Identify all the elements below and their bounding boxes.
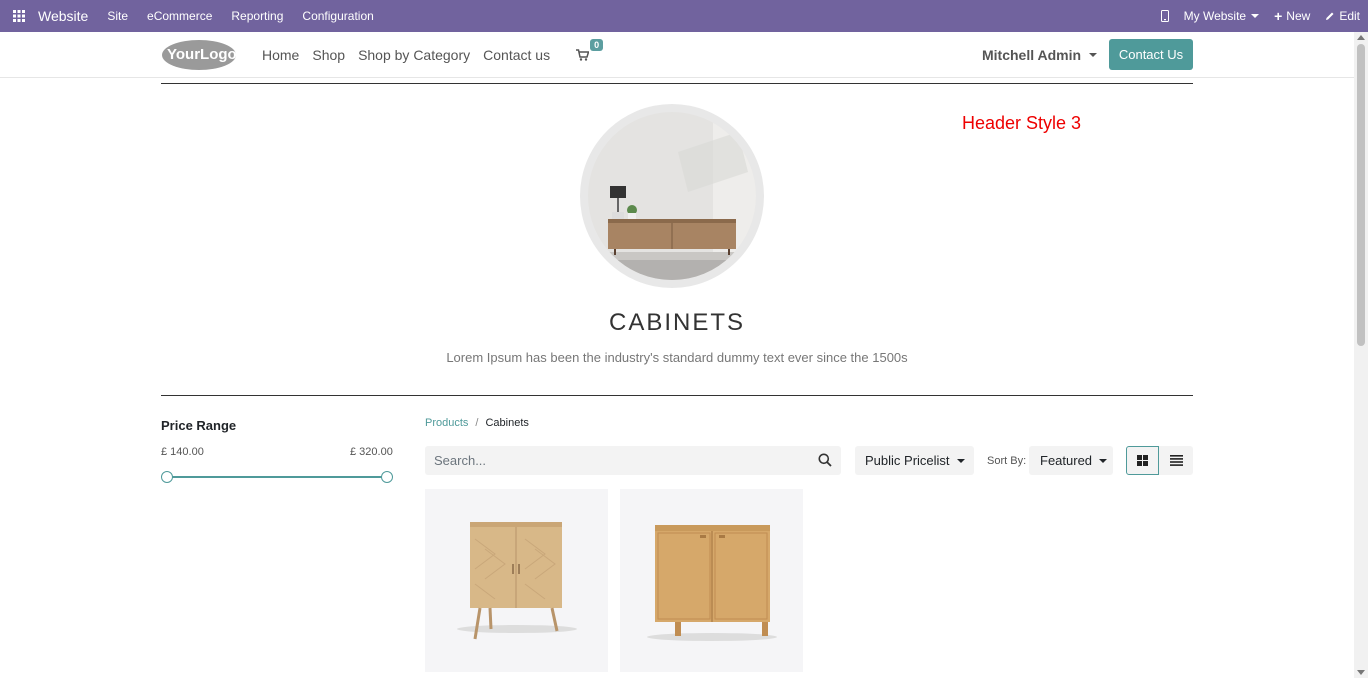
new-button[interactable]: + New [1274, 8, 1310, 24]
nav-contact-us[interactable]: Contact us [483, 47, 550, 63]
price-slider-track[interactable] [167, 476, 387, 478]
contact-us-button[interactable]: Contact Us [1109, 39, 1193, 70]
cart-count-badge: 0 [590, 39, 604, 51]
grid-icon [1137, 455, 1148, 466]
website-switcher-label: My Website [1183, 9, 1247, 23]
category-title: CABINETS [608, 309, 746, 336]
grid-view-button[interactable] [1126, 446, 1159, 475]
user-name: Mitchell Admin [982, 47, 1082, 63]
menu-configuration[interactable]: Configuration [302, 9, 373, 23]
mobile-preview-icon[interactable] [1160, 10, 1169, 22]
nav-home[interactable]: Home [262, 47, 299, 63]
menu-site[interactable]: Site [107, 9, 128, 23]
edit-button[interactable]: Edit [1325, 9, 1360, 23]
divider-bottom [161, 395, 1193, 396]
pricelist-value: Public Pricelist [865, 453, 950, 468]
divider-top [161, 83, 1193, 84]
menu-reporting[interactable]: Reporting [231, 9, 283, 23]
price-range-title: Price Range [161, 418, 237, 433]
breadcrumb: Products / Cabinets [425, 417, 529, 429]
price-range-max: £ 320.00 [350, 446, 393, 458]
nav-shop-by-category[interactable]: Shop by Category [358, 47, 470, 63]
pencil-icon [1326, 12, 1334, 20]
site-logo[interactable]: YourLogo [161, 39, 237, 71]
cart-button[interactable]: 0 [576, 39, 604, 61]
new-label: New [1286, 9, 1311, 23]
price-range-min: £ 140.00 [161, 446, 204, 458]
search-icon[interactable] [818, 453, 832, 472]
chevron-down-icon [1099, 458, 1108, 463]
chevron-down-icon [1251, 14, 1260, 18]
breadcrumb-current: Cabinets [485, 417, 529, 429]
menu-ecommerce[interactable]: eCommerce [147, 9, 212, 23]
list-view-button[interactable] [1159, 446, 1193, 475]
apps-menu-icon[interactable] [0, 0, 38, 32]
scroll-down-icon[interactable] [1357, 670, 1365, 675]
sort-by-label: Sort By: [987, 455, 1027, 467]
scrollbar-thumb[interactable] [1357, 44, 1365, 346]
product-image [647, 525, 777, 641]
user-menu[interactable]: Mitchell Admin [982, 32, 1098, 78]
pricelist-dropdown[interactable]: Public Pricelist [855, 446, 974, 475]
scroll-up-icon[interactable] [1357, 35, 1365, 40]
breadcrumb-products[interactable]: Products [425, 417, 468, 429]
admin-topbar: Website Site eCommerce Reporting Configu… [0, 0, 1368, 32]
website-switcher[interactable]: My Website [1183, 9, 1260, 23]
header-style-annotation: Header Style 3 [962, 113, 1082, 133]
product-card[interactable] [620, 489, 803, 672]
website-navbar: YourLogo Home Shop Shop by Category Cont… [0, 32, 1354, 78]
price-slider-handle-min[interactable] [161, 471, 173, 483]
logo-text: YourLogo [167, 46, 237, 63]
plus-icon: + [1274, 8, 1283, 24]
shopping-cart-icon [576, 49, 590, 61]
price-slider-handle-max[interactable] [381, 471, 393, 483]
product-image [457, 522, 577, 640]
product-card[interactable] [425, 489, 608, 672]
search-input[interactable] [425, 446, 805, 475]
edit-label: Edit [1339, 9, 1360, 23]
page-scrollbar[interactable] [1354, 32, 1368, 678]
nav-shop[interactable]: Shop [312, 47, 345, 63]
sort-by-value: Featured [1040, 453, 1093, 468]
chevron-down-icon [1089, 53, 1098, 57]
app-brand[interactable]: Website [38, 8, 88, 24]
category-description: Lorem Ipsum has been the industry's stan… [446, 350, 908, 365]
category-image [580, 104, 764, 288]
breadcrumb-separator: / [475, 417, 479, 429]
chevron-down-icon [956, 458, 965, 463]
product-search [425, 446, 841, 475]
sort-by-dropdown[interactable]: Featured [1029, 446, 1113, 475]
list-icon [1169, 455, 1183, 466]
